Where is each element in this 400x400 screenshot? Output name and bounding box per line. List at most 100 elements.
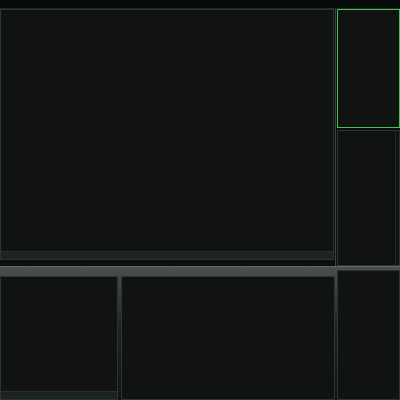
- system-row: [125, 291, 334, 298]
- doc-entry-label: [338, 131, 395, 138]
- tree-item[interactable]: [341, 71, 399, 78]
- doc-entry-label: [338, 253, 395, 260]
- editor-modeline: [1, 251, 333, 259]
- launcher-item[interactable]: [341, 366, 399, 373]
- doc-entry-label: [338, 145, 395, 152]
- system-lines[interactable]: [122, 277, 334, 331]
- doc-entry-label: [338, 138, 395, 145]
- doc-entry-label: [338, 206, 395, 213]
- terminal-lines[interactable]: [1, 277, 117, 399]
- tree-item[interactable]: [341, 30, 399, 37]
- tree-footer: [341, 92, 399, 99]
- system-uptime: [125, 325, 334, 332]
- doc-entry-label: [338, 172, 395, 179]
- doc-entry-label: [338, 213, 395, 220]
- tree-item[interactable]: [341, 85, 399, 92]
- doc-entry-label: [338, 151, 395, 158]
- tree-item[interactable]: [341, 17, 399, 24]
- doc-entry-label: [338, 185, 395, 192]
- system-title: [125, 277, 334, 284]
- launcher-panel[interactable]: [337, 270, 400, 400]
- tree-item[interactable]: [341, 37, 399, 44]
- system-row: [125, 304, 334, 311]
- documentation-panel[interactable]: [337, 130, 400, 266]
- tree-item[interactable]: [341, 24, 399, 31]
- launcher-item[interactable]: [341, 379, 399, 386]
- editor-lines[interactable]: [1, 10, 333, 241]
- tree-item[interactable]: [341, 58, 399, 65]
- tree-item[interactable]: [341, 44, 399, 51]
- terminal-window[interactable]: [0, 276, 118, 400]
- tree-item[interactable]: [341, 51, 399, 58]
- doc-entry-label: [338, 179, 395, 186]
- tree-item[interactable]: [341, 64, 399, 71]
- system-monitor-window[interactable]: [121, 276, 335, 400]
- top-status-bar: [0, 0, 400, 9]
- editor-window[interactable]: [0, 9, 334, 260]
- wallpaper-horizon-line: [0, 266, 400, 267]
- system-metric: [125, 311, 334, 318]
- doc-entry-label: [338, 247, 395, 254]
- launcher-item[interactable]: [341, 386, 399, 393]
- doc-entry-label: [338, 192, 395, 199]
- tree-item[interactable]: [341, 78, 399, 85]
- doc-entry-label: [338, 158, 395, 165]
- doc-entry-label: [338, 233, 395, 240]
- doc-entry-label: [338, 165, 395, 172]
- doc-entry-label: [338, 199, 395, 206]
- doc-entry-label: [338, 226, 395, 233]
- doc-entry-label: [338, 240, 395, 247]
- launcher-item[interactable]: [341, 373, 399, 380]
- doc-entry-label: [338, 219, 395, 226]
- doc-gutter: [338, 131, 396, 265]
- file-tree-panel[interactable]: [337, 9, 400, 128]
- tree-lines[interactable]: [338, 10, 399, 98]
- launcher-list[interactable]: [338, 271, 399, 399]
- launcher-item[interactable]: [341, 359, 399, 366]
- terminal-status: [1, 391, 117, 399]
- launcher-item[interactable]: [341, 393, 399, 399]
